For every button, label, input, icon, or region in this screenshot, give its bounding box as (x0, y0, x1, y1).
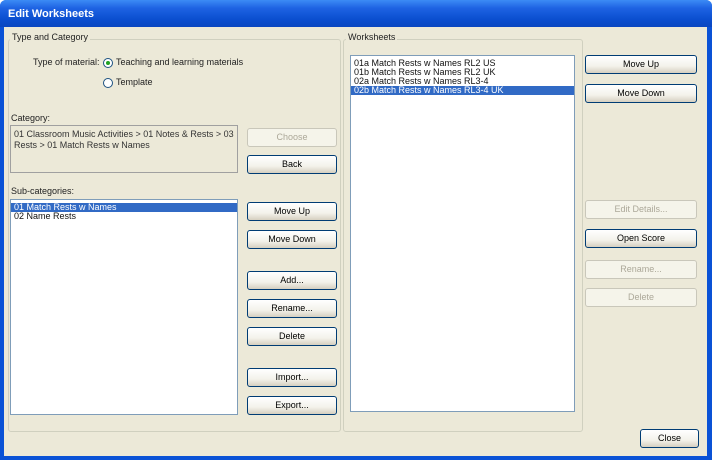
back-button[interactable]: Back (247, 155, 337, 174)
subcategory-rename-button[interactable]: Rename... (247, 299, 337, 318)
template-label[interactable]: Template (116, 77, 153, 87)
open-score-button[interactable]: Open Score (585, 229, 697, 248)
teaching-materials-label[interactable]: Teaching and learning materials (116, 57, 243, 67)
edit-details-button[interactable]: Edit Details... (585, 200, 697, 219)
type-of-material-label: Type of material: (33, 57, 100, 67)
worksheets-list[interactable]: 01a Match Rests w Names RL2 US 01b Match… (350, 55, 575, 412)
worksheet-item[interactable]: 02b Match Rests w Names RL3-4 UK (351, 86, 574, 95)
radio-teaching-materials[interactable] (103, 58, 113, 68)
choose-button[interactable]: Choose (247, 128, 337, 147)
dialog-body: Type and Category Type of material: Teac… (4, 27, 707, 456)
worksheets-label: Worksheets (346, 32, 398, 42)
worksheet-rename-button[interactable]: Rename... (585, 260, 697, 279)
window-title: Edit Worksheets (8, 8, 94, 20)
import-button[interactable]: Import... (247, 368, 337, 387)
subcategories-label: Sub-categories: (11, 186, 75, 196)
subcategory-item[interactable]: 02 Name Rests (11, 212, 237, 221)
subcategory-move-down-button[interactable]: Move Down (247, 230, 337, 249)
subcategory-move-up-button[interactable]: Move Up (247, 202, 337, 221)
subcategories-list[interactable]: 01 Match Rests w Names 02 Name Rests (10, 199, 238, 415)
type-and-category-label: Type and Category (10, 32, 91, 42)
add-button[interactable]: Add... (247, 271, 337, 290)
category-label: Category: (11, 113, 51, 123)
close-button[interactable]: Close (640, 429, 699, 448)
export-button[interactable]: Export... (247, 396, 337, 415)
worksheet-delete-button[interactable]: Delete (585, 288, 697, 307)
radio-template[interactable] (103, 78, 113, 88)
title-bar[interactable]: Edit Worksheets (0, 0, 712, 27)
worksheet-move-up-button[interactable]: Move Up (585, 55, 697, 74)
subcategory-delete-button[interactable]: Delete (247, 327, 337, 346)
edit-worksheets-window: Edit Worksheets Type and Category Type o… (0, 0, 712, 460)
worksheet-move-down-button[interactable]: Move Down (585, 84, 697, 103)
category-path-box: 01 Classroom Music Activities > 01 Notes… (10, 125, 238, 173)
